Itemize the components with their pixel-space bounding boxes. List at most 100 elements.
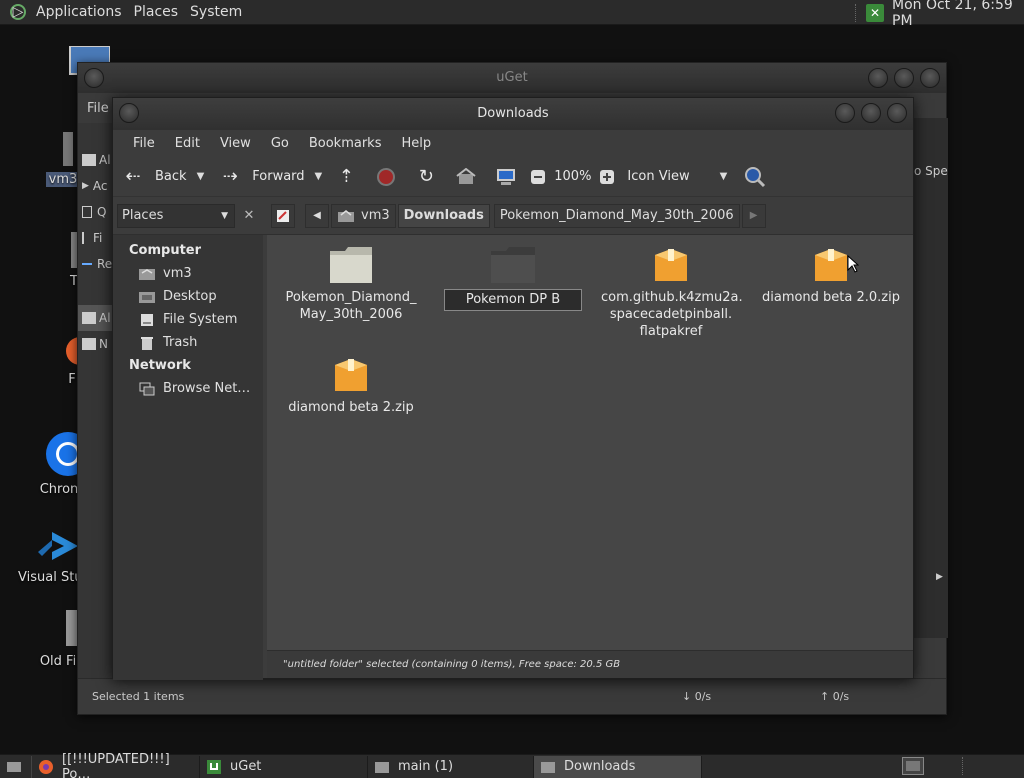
- uget-category-row[interactable]: Al: [78, 305, 113, 331]
- file-item[interactable]: diamond beta 2.zip: [281, 355, 421, 416]
- taskbar-item-browser[interactable]: [[!!!UPDATED!!!] Po…: [32, 752, 200, 778]
- scroll-right-icon[interactable]: ▶: [936, 572, 943, 582]
- uget-column-strip: o Spe ▶: [914, 118, 948, 638]
- taskbar-item-downloads[interactable]: Downloads: [534, 755, 702, 778]
- menu-file[interactable]: File: [123, 136, 165, 151]
- minimize-button[interactable]: [835, 103, 855, 123]
- menu-edit[interactable]: Edit: [165, 136, 210, 151]
- workspace-switcher[interactable]: [902, 757, 924, 775]
- sidebar-heading-network: Network: [129, 358, 191, 373]
- home-icon[interactable]: [454, 165, 478, 189]
- rename-input[interactable]: Pokemon DP B: [444, 289, 582, 311]
- taskbar-item-main[interactable]: main (1): [368, 755, 534, 778]
- uget-close-button[interactable]: [920, 68, 940, 88]
- stop-icon[interactable]: [374, 165, 398, 189]
- file-item[interactable]: diamond beta 2.0.zip: [761, 245, 901, 306]
- uget-titlebar[interactable]: uGet: [78, 63, 946, 93]
- forward-history-dropdown[interactable]: ▼: [315, 171, 323, 182]
- workspace-1[interactable]: [906, 761, 920, 771]
- sidebar-item-file-system[interactable]: File System: [113, 308, 263, 331]
- breadcrumb-downloads[interactable]: Downloads: [397, 203, 490, 228]
- window-menu-button[interactable]: [119, 103, 139, 123]
- breadcrumb-pokemon-folder[interactable]: Pokemon_Diamond_May_30th_2006: [493, 203, 740, 228]
- zoom-in-icon[interactable]: [595, 165, 619, 189]
- app-tray-icon[interactable]: ✕: [866, 3, 884, 22]
- taskbar-item-uget[interactable]: uGet: [200, 755, 368, 778]
- sidebar-item-trash[interactable]: Trash: [113, 331, 263, 354]
- doc-icon: [82, 338, 96, 350]
- top-panel: ▷ Applications Places System ✕ Mon Oct 2…: [0, 0, 1024, 29]
- uget-file-menu[interactable]: File: [87, 101, 109, 116]
- play-icon: ▶: [82, 181, 89, 191]
- uget-category-row[interactable]: Q: [78, 199, 113, 225]
- desktop-icon-chrome[interactable]: Chron: [38, 430, 90, 497]
- clock[interactable]: Mon Oct 21, 6:59 PM: [892, 0, 1020, 29]
- arrow-left-icon: ⇠: [125, 166, 141, 187]
- places-combo[interactable]: Places ▼: [117, 203, 235, 228]
- up-icon[interactable]: ⇡: [334, 165, 358, 189]
- menu-go[interactable]: Go: [261, 136, 299, 151]
- desktop-icon-vscode[interactable]: Visual Stu: [18, 526, 83, 585]
- close-button[interactable]: [887, 103, 907, 123]
- uget-category-row[interactable]: Al: [78, 147, 113, 173]
- recycle-icon: [82, 263, 92, 265]
- file-icon: [66, 610, 78, 646]
- file-item-renaming[interactable]: Pokemon DP B: [443, 245, 583, 311]
- top-menu: ▷ Applications Places System: [0, 0, 248, 25]
- folder-icon: [491, 247, 535, 283]
- uget-category-row[interactable]: ▶ Ac: [78, 173, 113, 199]
- package-icon: [655, 249, 687, 281]
- uget-menu-button[interactable]: [84, 68, 104, 88]
- downloads-window: Downloads File Edit View Go Bookmarks He…: [112, 97, 914, 680]
- distro-logo-icon[interactable]: ▷: [10, 4, 26, 20]
- search-icon[interactable]: [743, 165, 767, 189]
- finished-icon: [82, 232, 85, 244]
- sidebar-item-browse-network[interactable]: Browse Net…: [113, 377, 263, 400]
- file-item[interactable]: com.github.k4zmu2a. spacecadetpinball. f…: [601, 245, 743, 340]
- edit-location-icon[interactable]: [271, 203, 295, 228]
- uget-minimize-button[interactable]: [868, 68, 888, 88]
- places-menu[interactable]: Places: [128, 4, 185, 20]
- reload-icon[interactable]: ↻: [414, 165, 438, 189]
- taskbar: [[!!!UPDATED!!!] Po… uGet main (1) Downl…: [0, 752, 1024, 778]
- uget-category-row[interactable]: N: [78, 331, 113, 357]
- folder-icon: [330, 247, 372, 283]
- close-sidebar-icon[interactable]: ✕: [237, 204, 261, 228]
- icon-view[interactable]: Pokemon_Diamond_ May_30th_2006 Pokemon D…: [267, 235, 913, 650]
- back-history-dropdown[interactable]: ▼: [197, 171, 205, 182]
- breadcrumb-left-icon[interactable]: ◀: [305, 203, 329, 228]
- file-name: diamond beta 2.0.zip: [761, 290, 900, 305]
- doc-icon: [82, 312, 96, 324]
- zoom-out-icon[interactable]: [526, 165, 550, 189]
- sidebar-item-vm3[interactable]: vm3: [113, 262, 263, 285]
- downloads-titlebar[interactable]: Downloads: [113, 98, 913, 130]
- file-item[interactable]: Pokemon_Diamond_ May_30th_2006: [281, 245, 421, 323]
- uget-speed-header: o Spe: [914, 164, 948, 178]
- file-name: com.github.k4zmu2a. spacecadetpinball. f…: [601, 290, 743, 339]
- desktop-icon-old-firefox[interactable]: Old Fi: [36, 608, 80, 669]
- menu-bookmarks[interactable]: Bookmarks: [299, 136, 392, 151]
- breadcrumb-right-icon[interactable]: ▶: [741, 203, 766, 228]
- uget-category-row[interactable]: Re: [78, 251, 113, 277]
- maximize-button[interactable]: [861, 103, 881, 123]
- forward-button[interactable]: ⇢ Forward ▼: [218, 161, 323, 193]
- uget-maximize-button[interactable]: [894, 68, 914, 88]
- breadcrumb-vm3[interactable]: vm3: [331, 203, 396, 228]
- sidebar-item-desktop[interactable]: Desktop: [113, 285, 263, 308]
- back-button[interactable]: ⇠ Back ▼: [121, 161, 204, 193]
- uget-category-row[interactable]: Fi: [78, 225, 113, 251]
- menu-help[interactable]: Help: [391, 136, 441, 151]
- home-folder-icon: [139, 267, 155, 281]
- queue-icon: [82, 206, 92, 218]
- chevron-down-icon: ▼: [221, 210, 228, 221]
- location-bar: Places ▼ ✕ ◀ vm3 Downloads Pokemon_Diamo…: [113, 197, 913, 235]
- system-menu[interactable]: System: [184, 4, 248, 20]
- desktop-icon-home[interactable]: vm3: [46, 128, 80, 187]
- view-mode-select[interactable]: Icon View ▼: [627, 161, 727, 193]
- desktop-folder-icon: [139, 290, 155, 304]
- computer-icon[interactable]: [494, 165, 518, 189]
- zoom-level[interactable]: 100%: [554, 161, 591, 193]
- show-desktop-button[interactable]: [0, 755, 32, 778]
- menu-view[interactable]: View: [210, 136, 261, 151]
- applications-menu[interactable]: Applications: [30, 4, 128, 20]
